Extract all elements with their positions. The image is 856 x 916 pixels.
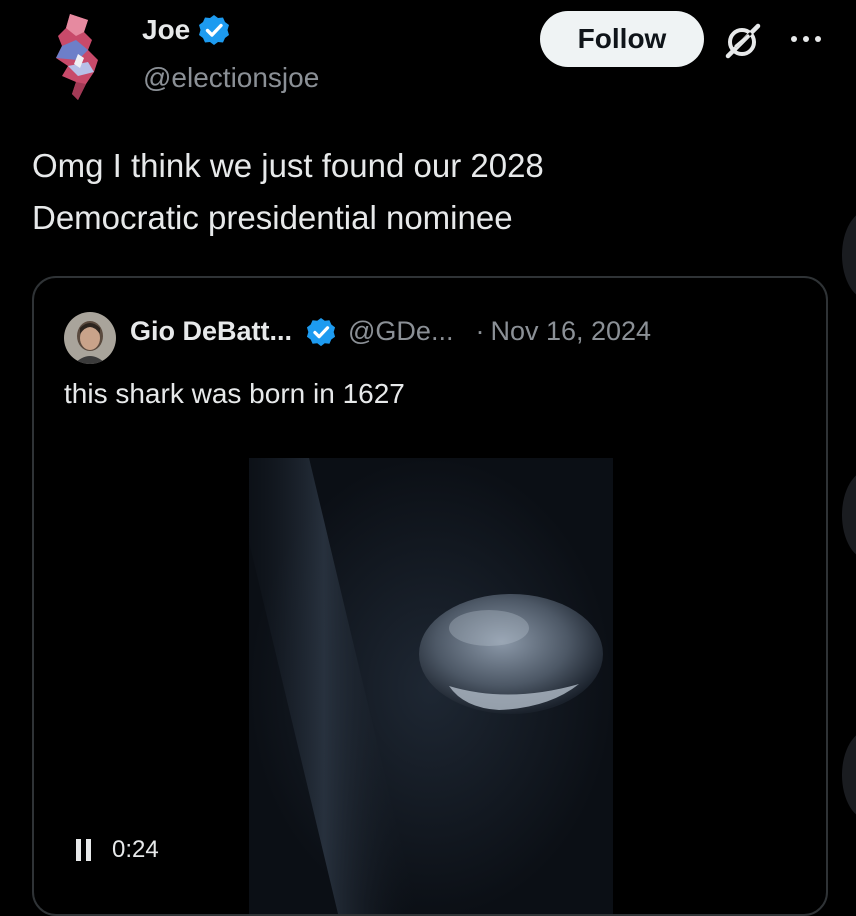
video-player[interactable]	[249, 458, 613, 914]
follow-button[interactable]: Follow	[540, 11, 704, 67]
separator-dot: ·	[475, 316, 485, 346]
author-handle[interactable]: @electionsjoe	[143, 62, 319, 94]
tweet-text-line-2: Democratic presidential nominee	[32, 199, 513, 236]
quoted-author-avatar[interactable]	[64, 312, 116, 364]
quoted-author-name[interactable]: Gio DeBatt...	[130, 316, 292, 347]
background-decoration	[842, 210, 856, 300]
author-name-row: Joe	[142, 14, 230, 46]
quoted-author-handle[interactable]: @GDe...	[348, 316, 453, 347]
quoted-tweet-card[interactable]: Gio DeBatt... @GDe... · Nov 16, 2024 thi…	[32, 276, 828, 916]
quoted-tweet-text: this shark was born in 1627	[64, 378, 405, 409]
tweet-text: Omg I think we just found our 2028 Democ…	[32, 140, 792, 244]
pause-icon[interactable]	[76, 839, 92, 861]
tweet-text-line-1: Omg I think we just found our 2028	[32, 147, 544, 184]
author-display-name[interactable]: Joe	[142, 14, 190, 46]
tweet: Joe @electionsjoe Follow Omg I think we …	[0, 0, 856, 916]
background-decoration	[842, 470, 856, 560]
verified-badge-icon	[198, 14, 230, 46]
verified-badge-icon	[306, 317, 336, 347]
more-options-icon[interactable]	[786, 24, 826, 54]
quoted-tweet-date[interactable]: Nov 16, 2024	[490, 316, 651, 347]
background-decoration	[842, 730, 856, 820]
new-jersey-map-avatar[interactable]	[48, 10, 108, 106]
video-controls: 0:24	[76, 836, 159, 864]
video-timestamp: 0:24	[112, 836, 159, 863]
grok-icon[interactable]	[724, 22, 762, 60]
quoted-tweet-header: Gio DeBatt... @GDe... · Nov 16, 2024	[130, 316, 651, 347]
